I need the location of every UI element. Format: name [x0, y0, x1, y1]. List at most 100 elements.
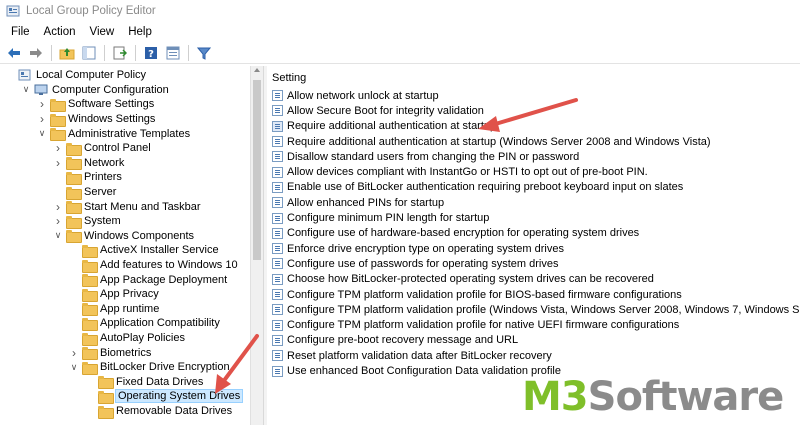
menu-view[interactable]: View — [83, 26, 122, 38]
chevron-down-icon[interactable]: ∨ — [36, 128, 48, 140]
scrollbar-thumb[interactable] — [253, 80, 261, 260]
folder-icon — [82, 244, 98, 258]
tree-item[interactable]: › Software Settings — [36, 97, 154, 112]
setting-row[interactable]: Enable use of BitLocker authentication r… — [272, 180, 683, 195]
tree-item[interactable]: Server — [52, 185, 116, 200]
setting-row[interactable]: Allow Secure Boot for integrity validati… — [272, 103, 484, 118]
setting-row[interactable]: Configure TPM platform validation profil… — [272, 318, 679, 333]
svg-text:?: ? — [148, 49, 154, 60]
tree-item[interactable]: Operating System Drives — [84, 389, 244, 404]
tree-vertical-scrollbar[interactable] — [250, 66, 263, 425]
setting-label: Allow network unlock at startup — [287, 89, 439, 102]
tree-item-label: Fixed Data Drives — [116, 375, 204, 388]
tree-item[interactable]: Fixed Data Drives — [84, 375, 203, 390]
policy-setting-icon — [272, 304, 283, 316]
setting-row[interactable]: Allow devices compliant with InstantGo o… — [272, 165, 648, 180]
policy-setting-icon — [272, 105, 283, 117]
folder-icon — [82, 288, 98, 302]
tree-item[interactable]: › System — [52, 214, 121, 229]
folder-icon — [66, 142, 82, 156]
export-list-icon[interactable] — [110, 44, 130, 62]
policy-setting-icon — [272, 289, 283, 301]
setting-label: Allow Secure Boot for integrity validati… — [287, 104, 484, 117]
chevron-right-icon[interactable]: › — [52, 200, 64, 214]
tree-item-label: Start Menu and Taskbar — [84, 200, 201, 213]
tree-item[interactable]: App runtime — [68, 302, 159, 317]
menu-file[interactable]: File — [4, 26, 37, 38]
setting-row[interactable]: Reset platform validation data after Bit… — [272, 348, 552, 363]
tree-item-label: Operating System Drives — [114, 389, 244, 404]
setting-row[interactable]: Configure TPM platform validation profil… — [272, 302, 800, 317]
tree-item[interactable]: ∨ Windows Components — [52, 229, 194, 244]
toolbar: ? — [0, 42, 800, 64]
setting-row[interactable]: Configure use of passwords for operating… — [272, 256, 558, 271]
setting-row[interactable]: Require additional authentication at sta… — [272, 134, 711, 149]
tree-item[interactable]: Application Compatibility — [68, 316, 220, 331]
chevron-down-icon[interactable]: ∨ — [20, 84, 32, 96]
tree-item[interactable]: ∨ BitLocker Drive Encryption — [68, 360, 230, 375]
setting-row[interactable]: Allow enhanced PINs for startup — [272, 195, 444, 210]
watermark-m3: M3 — [522, 374, 589, 420]
tree-item[interactable]: AutoPlay Policies — [68, 331, 185, 346]
forward-arrow-icon[interactable] — [26, 44, 46, 62]
folder-icon — [50, 113, 66, 127]
menu-action[interactable]: Action — [37, 26, 83, 38]
filter-icon[interactable] — [194, 44, 214, 62]
setting-column-header[interactable]: Setting — [272, 72, 306, 84]
policy-setting-icon — [272, 166, 283, 178]
tree-item[interactable]: Add features to Windows 10 — [68, 258, 238, 273]
chevron-right-icon[interactable]: › — [36, 97, 48, 111]
tree-item[interactable]: App Privacy — [68, 287, 159, 302]
chevron-right-icon[interactable]: › — [52, 156, 64, 170]
properties-icon[interactable] — [163, 44, 183, 62]
tree-item[interactable]: App Package Deployment — [68, 272, 228, 288]
chevron-right-icon[interactable]: › — [36, 112, 48, 126]
tree-item[interactable]: › Biometrics — [68, 345, 151, 361]
setting-label: Configure TPM platform validation profil… — [287, 303, 800, 316]
tree-item-label: Local Computer Policy — [36, 69, 147, 82]
setting-row[interactable]: Enforce drive encryption type on operati… — [272, 241, 564, 256]
scroll-up-arrow-icon[interactable] — [254, 68, 260, 72]
setting-row[interactable]: Require additional authentication at sta… — [272, 119, 496, 134]
show-hide-tree-icon[interactable] — [79, 44, 99, 62]
tree-item[interactable]: › Control Panel — [52, 141, 151, 156]
setting-row[interactable]: Configure minimum PIN length for startup — [272, 210, 489, 225]
tree-item[interactable]: ∨ Administrative Templates — [36, 126, 190, 142]
setting-row[interactable]: Allow network unlock at startup — [272, 88, 439, 103]
chevron-down-icon[interactable]: ∨ — [52, 230, 64, 242]
pane-splitter[interactable] — [263, 66, 267, 425]
tree-item[interactable]: Local Computer Policy — [4, 68, 146, 83]
chevron-right-icon[interactable]: › — [68, 346, 80, 360]
setting-label: Require additional authentication at sta… — [287, 135, 711, 148]
chevron-right-icon[interactable]: › — [52, 141, 64, 155]
help-icon[interactable]: ? — [141, 44, 161, 62]
tree-item[interactable]: Removable Data Drives — [84, 404, 232, 419]
chevron-right-icon[interactable]: › — [52, 214, 64, 228]
setting-row[interactable]: Choose how BitLocker-protected operating… — [272, 272, 654, 287]
policy-setting-icon — [272, 181, 283, 193]
setting-row[interactable]: Use enhanced Boot Configuration Data val… — [272, 363, 561, 378]
tree-item[interactable]: ActiveX Installer Service — [68, 243, 219, 258]
tree-item[interactable]: › Start Menu and Taskbar — [52, 199, 201, 215]
menu-help[interactable]: Help — [121, 26, 159, 38]
tree-item[interactable]: › Network — [52, 156, 124, 171]
tree-item[interactable]: › Windows Settings — [36, 112, 155, 127]
setting-row[interactable]: Disallow standard users from changing th… — [272, 149, 579, 164]
policy-setting-icon — [272, 90, 283, 102]
setting-row[interactable]: Configure use of hardware-based encrypti… — [272, 226, 639, 241]
tree-item[interactable]: Printers — [52, 170, 122, 185]
setting-row[interactable]: Configure pre-boot recovery message and … — [272, 333, 518, 348]
setting-label: Configure TPM platform validation profil… — [287, 319, 680, 332]
folder-icon — [66, 157, 82, 171]
back-arrow-icon[interactable] — [4, 44, 24, 62]
tree-item[interactable]: ∨ Computer Configuration — [20, 83, 169, 98]
setting-row[interactable]: Configure TPM platform validation profil… — [272, 287, 682, 302]
tree-item-label: Server — [84, 186, 117, 199]
tree-item-label: App Package Deployment — [100, 273, 228, 286]
up-folder-icon[interactable] — [57, 44, 77, 62]
chevron-down-icon[interactable]: ∨ — [68, 361, 80, 373]
